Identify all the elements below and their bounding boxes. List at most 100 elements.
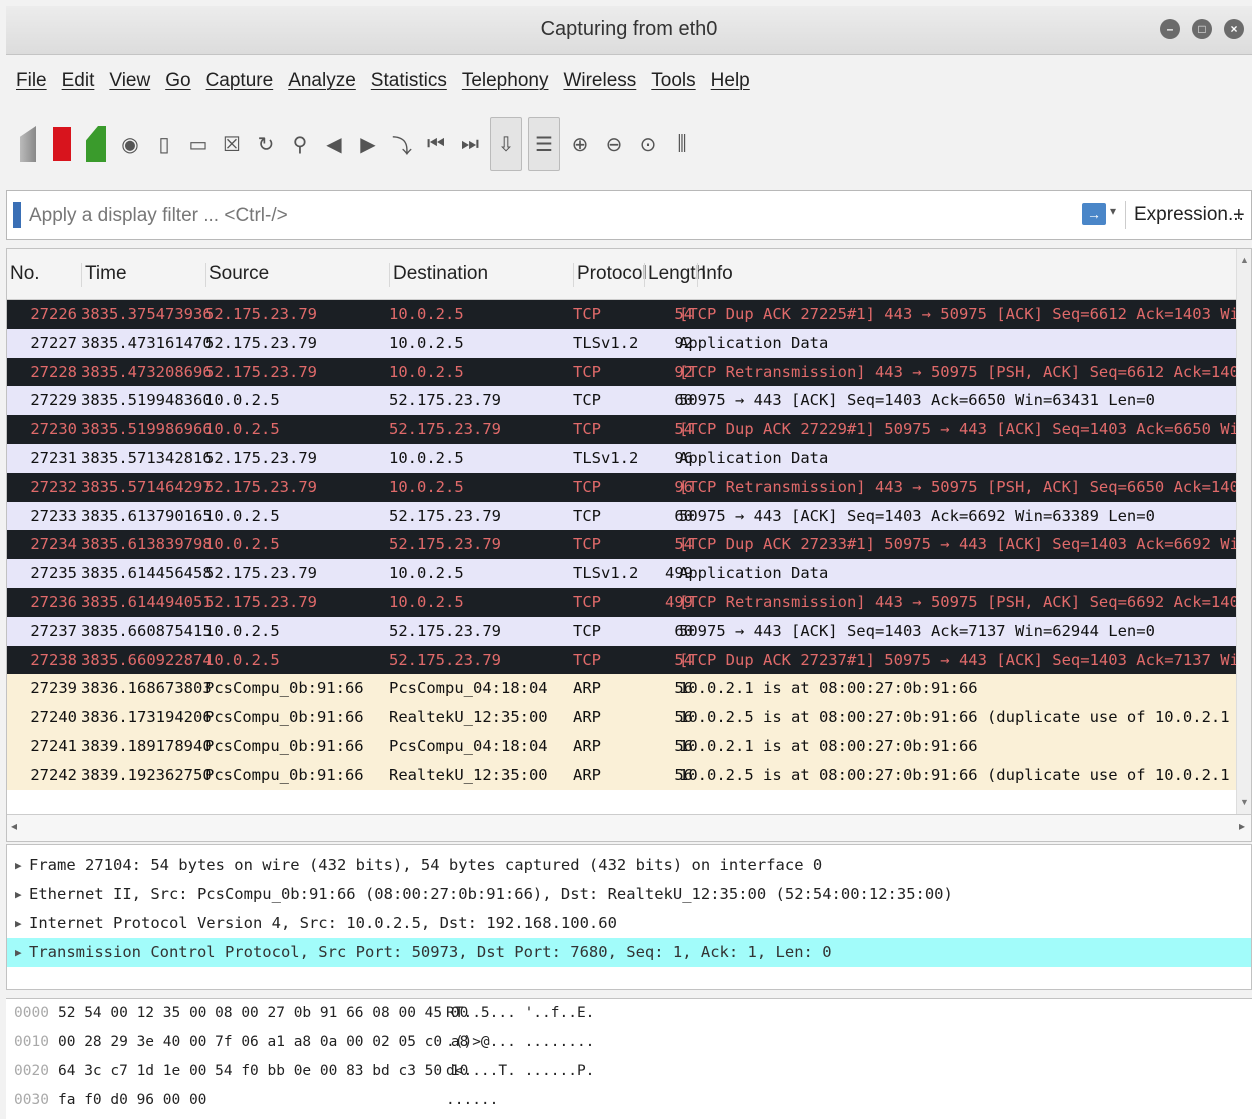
packet-row[interactable]: 27234 3835.613839798 10.0.2.5 52.175.23.79 T…	[7, 530, 1251, 560]
packet-info: Application Data	[679, 564, 829, 583]
bytes-hex[interactable]: 64 3c c7 1d 1e 00 54 f0 bb 0e 00 83 bd c…	[58, 1057, 468, 1086]
packet-row[interactable]: 27230 3835.519986966 10.0.2.5 52.175.23.79 T…	[7, 415, 1251, 444]
bytes-hex[interactable]: fa f0 d0 96 00 00	[58, 1086, 206, 1115]
resize-columns-icon[interactable]: ⫼	[668, 124, 696, 164]
expand-arrow-icon[interactable]: ▶	[15, 880, 22, 909]
menu-statistics[interactable]: Statistics	[371, 70, 447, 92]
packet-row[interactable]: 27241 3839.189178940 PcsCompu_0b:91:66 PcsC…	[7, 731, 1251, 761]
last-packet-icon[interactable]: ⏭	[456, 124, 484, 164]
zoom-out-icon[interactable]: ⊖	[600, 124, 628, 164]
expand-arrow-icon[interactable]: ▶	[15, 851, 22, 880]
packet-row[interactable]: 27242 3839.192362750 PcsCompu_0b:91:66 Real…	[7, 760, 1251, 790]
bytes-ascii[interactable]: ......	[446, 1086, 498, 1115]
packet-list-horizontal-scrollbar[interactable]: ◂ ▸	[7, 814, 1251, 841]
bytes-offset[interactable]: 0010	[14, 1028, 49, 1057]
reload-file-icon[interactable]: ↻	[252, 124, 280, 164]
display-filter-bar: → ▾ Expression... +	[6, 190, 1252, 240]
menu-analyze[interactable]: Analyze	[288, 70, 356, 92]
auto-scroll-icon[interactable]: ⇩	[490, 117, 522, 171]
first-packet-icon[interactable]: ⏮	[422, 124, 450, 164]
maximize-icon[interactable]: □	[1192, 19, 1212, 39]
scroll-right-icon[interactable]: ▸	[1239, 819, 1245, 833]
scroll-up-icon[interactable]: ▲	[1240, 255, 1249, 265]
save-file-icon[interactable]: ▭	[184, 124, 212, 164]
menu-view[interactable]: View	[109, 70, 150, 92]
menu-help[interactable]: Help	[711, 70, 750, 92]
expand-arrow-icon[interactable]: ▶	[15, 938, 22, 967]
colorize-icon[interactable]: ☰	[528, 117, 560, 171]
scroll-left-icon[interactable]: ◂	[11, 819, 17, 833]
packet-list-vertical-scrollbar[interactable]: ▲ ▼	[1236, 249, 1251, 815]
display-filter-input[interactable]	[27, 199, 1071, 233]
apply-filter-icon[interactable]: →	[1082, 203, 1106, 225]
close-file-icon[interactable]: ☒	[218, 124, 246, 164]
menu-go[interactable]: Go	[165, 70, 190, 92]
expand-arrow-icon[interactable]: ▶	[15, 909, 22, 938]
normal-size-icon[interactable]: ⊙	[634, 124, 662, 164]
menu-wireless[interactable]: Wireless	[563, 70, 636, 92]
packet-row[interactable]: 27232 3835.571464297 52.175.23.79 10.0.2.5 T…	[7, 472, 1251, 502]
go-back-icon[interactable]: ◀	[320, 124, 348, 164]
packet-row[interactable]: 27226 3835.375473936 52.175.23.79 10.0.2.5 T…	[7, 300, 1251, 329]
packet-row[interactable]: 27239 3836.168673803 PcsCompu_0b:91:66 PcsC…	[7, 674, 1251, 704]
packet-row[interactable]: 27236 3835.614494051 52.175.23.79 10.0.2.5 T…	[7, 587, 1251, 617]
scroll-down-icon[interactable]: ▼	[1240, 797, 1249, 807]
packet-time: 3835.571464297	[81, 477, 212, 496]
column-header-destination[interactable]: Destination	[389, 263, 488, 287]
bytes-hex[interactable]: 52 54 00 12 35 00 08 00 27 0b 91 66 08 0…	[58, 999, 468, 1028]
packet-row[interactable]: 27235 3835.614456458 52.175.23.79 10.0.2.5 T…	[7, 559, 1251, 588]
packet-row[interactable]: 27231 3835.571342816 52.175.23.79 10.0.2.5 T…	[7, 443, 1251, 473]
detail-tree-item[interactable]: ▶ Frame 27104: 54 bytes on wire (432 bits…	[7, 851, 1251, 880]
packet-row[interactable]: 27233 3835.613790165 10.0.2.5 52.175.23.79 T…	[7, 501, 1251, 531]
zoom-in-icon[interactable]: ⊕	[566, 124, 594, 164]
bytes-offset[interactable]: 0020	[14, 1057, 49, 1086]
menu-capture[interactable]: Capture	[206, 70, 274, 92]
expression-button[interactable]: Expression...	[1125, 201, 1244, 229]
filter-bookmark-icon[interactable]	[13, 202, 21, 228]
packet-destination: 52.175.23.79	[389, 621, 501, 640]
detail-tree-item[interactable]: ▶ Transmission Control Protocol, Src Port…	[7, 938, 1251, 967]
column-header-no[interactable]: No.	[7, 263, 40, 287]
open-file-icon[interactable]: ▯	[150, 124, 178, 164]
find-packet-icon[interactable]: ⚲	[286, 124, 314, 164]
packet-list: No. Time Source Destination Protocol Len…	[6, 248, 1252, 842]
detail-tree-item[interactable]: ▶ Internet Protocol Version 4, Src: 10.0.…	[7, 909, 1251, 938]
column-header-info[interactable]: Info	[697, 263, 733, 287]
packet-destination: 10.0.2.5	[389, 362, 464, 381]
packet-row[interactable]: 27238 3835.660922874 10.0.2.5 52.175.23.79 T…	[7, 645, 1251, 675]
close-icon[interactable]: ×	[1224, 19, 1244, 39]
column-header-time[interactable]: Time	[81, 263, 127, 287]
packet-protocol: TCP	[573, 621, 601, 640]
packet-destination: PcsCompu_04:18:04	[389, 679, 548, 698]
packet-no: 27235	[30, 564, 77, 583]
packet-protocol: TCP	[573, 305, 601, 323]
packet-details-pane: ▶ Frame 27104: 54 bytes on wire (432 bits…	[6, 844, 1252, 990]
bytes-ascii[interactable]: d<....T. ......P.	[446, 1057, 594, 1086]
add-filter-button[interactable]: +	[1233, 201, 1245, 229]
menu-telephony[interactable]: Telephony	[462, 70, 549, 92]
detail-tree-item[interactable]: ▶ Ethernet II, Src: PcsCompu_0b:91:66 (08…	[7, 880, 1251, 909]
packet-row[interactable]: 27228 3835.473208696 52.175.23.79 10.0.2.5 T…	[7, 357, 1251, 387]
capture-options-icon[interactable]: ◉	[116, 124, 144, 164]
bytes-ascii[interactable]: RT..5... '..f..E.	[446, 999, 594, 1028]
go-to-packet-icon[interactable]: ⤵	[388, 124, 416, 164]
column-header-source[interactable]: Source	[205, 263, 269, 287]
restart-capture-icon[interactable]	[82, 124, 110, 164]
start-capture-icon[interactable]	[14, 124, 42, 164]
packet-row[interactable]: 27227 3835.473161470 52.175.23.79 10.0.2.5 T…	[7, 328, 1251, 358]
menu-file[interactable]: File	[16, 70, 47, 92]
column-header-protocol[interactable]: Protocol	[573, 263, 647, 287]
packet-row[interactable]: 27237 3835.660875415 10.0.2.5 52.175.23.79 T…	[7, 616, 1251, 646]
menu-tools[interactable]: Tools	[651, 70, 695, 92]
bytes-offset[interactable]: 0030	[14, 1086, 49, 1115]
bytes-hex[interactable]: 00 28 29 3e 40 00 7f 06 a1 a8 0a 00 02 0…	[58, 1028, 468, 1057]
minimize-icon[interactable]: –	[1160, 19, 1180, 39]
go-forward-icon[interactable]: ▶	[354, 124, 382, 164]
bytes-ascii[interactable]: .()>@... ........	[446, 1028, 594, 1057]
packet-row[interactable]: 27229 3835.519948360 10.0.2.5 52.175.23.79 T…	[7, 386, 1251, 416]
packet-row[interactable]: 27240 3836.173194206 PcsCompu_0b:91:66 Real…	[7, 703, 1251, 732]
stop-capture-icon[interactable]	[48, 124, 76, 164]
bytes-offset[interactable]: 0000	[14, 999, 49, 1028]
filter-history-dropdown-icon[interactable]: ▾	[1110, 204, 1116, 218]
menu-edit[interactable]: Edit	[62, 70, 95, 92]
